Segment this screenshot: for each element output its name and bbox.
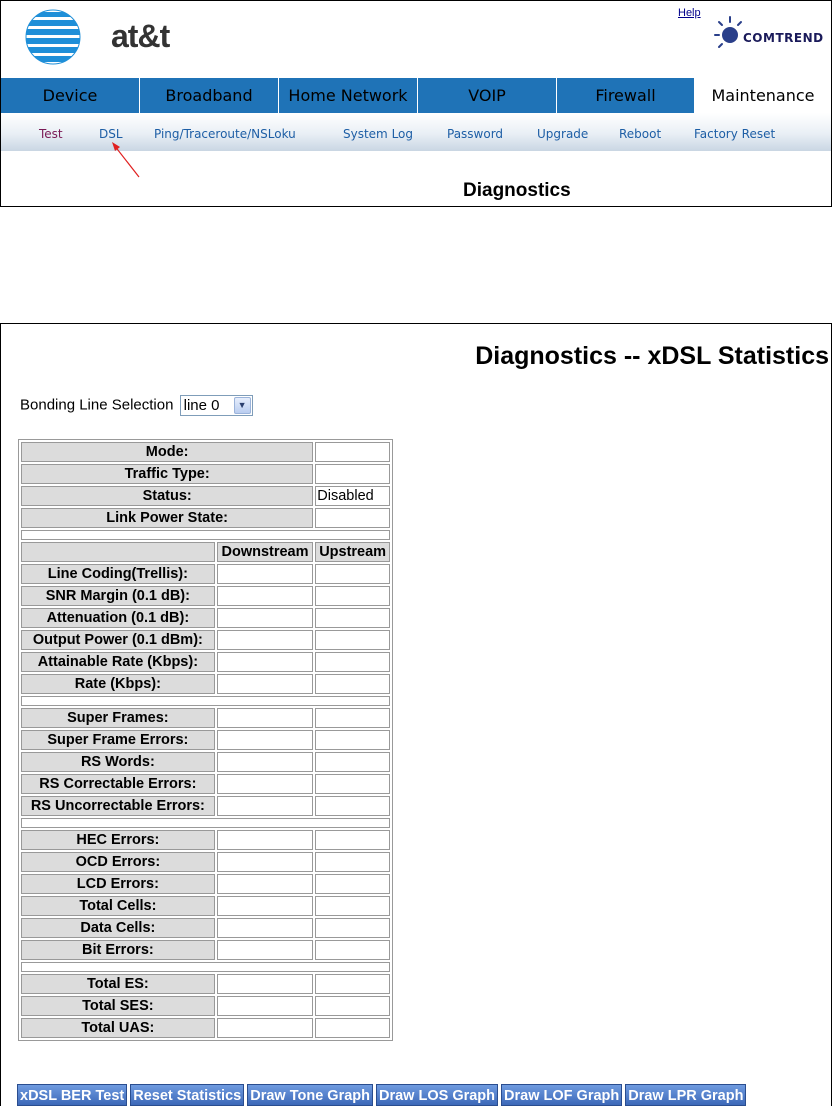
link-power-state-value: [315, 508, 390, 528]
traffic-type-value: [315, 464, 390, 484]
subnav-system-log[interactable]: System Log: [343, 127, 413, 141]
bonding-line-select[interactable]: line 0 ▼: [179, 395, 253, 416]
table-row: Rate (Kbps):: [21, 674, 390, 694]
subnav-test[interactable]: Test: [39, 127, 63, 141]
draw-los-graph-button[interactable]: Draw LOS Graph: [376, 1084, 499, 1106]
data-cells-label: Data Cells:: [21, 918, 215, 938]
table-row: RS Words:: [21, 752, 390, 772]
tab-home-network[interactable]: Home Network: [279, 78, 418, 113]
bit-errors-label: Bit Errors:: [21, 940, 215, 960]
table-row: Mode:: [21, 442, 390, 462]
action-buttons: xDSL BER Test Reset Statistics Draw Tone…: [17, 1084, 749, 1106]
draw-lof-graph-button[interactable]: Draw LOF Graph: [501, 1084, 623, 1106]
rs-uncorrectable-label: RS Uncorrectable Errors:: [21, 796, 215, 816]
tab-firewall[interactable]: Firewall: [557, 78, 695, 113]
router-header-panel: at&t Help COMTREND Device Broadband Home…: [0, 0, 832, 207]
total-cells-label: Total Cells:: [21, 896, 215, 916]
subnav-factory-reset[interactable]: Factory Reset: [694, 127, 775, 141]
upstream-header: Upstream: [315, 542, 390, 562]
tab-broadband[interactable]: Broadband: [140, 78, 279, 113]
rs-correctable-label: RS Correctable Errors:: [21, 774, 215, 794]
table-row: HEC Errors:: [21, 830, 390, 850]
rs-words-label: RS Words:: [21, 752, 215, 772]
xdsl-stats-table: Mode: Traffic Type: Status: Disabled Lin…: [18, 439, 393, 1041]
subnav-upgrade[interactable]: Upgrade: [537, 127, 588, 141]
rate-label: Rate (Kbps):: [21, 674, 215, 694]
table-row: Output Power (0.1 dBm):: [21, 630, 390, 650]
status-value: Disabled: [315, 486, 390, 506]
spacer-row: [21, 530, 390, 540]
table-row: RS Uncorrectable Errors:: [21, 796, 390, 816]
table-row: Total ES:: [21, 974, 390, 994]
mode-label: Mode:: [21, 442, 314, 462]
table-row: Line Coding(Trellis):: [21, 564, 390, 584]
column-header-row: Downstream Upstream: [21, 542, 390, 562]
hec-errors-label: HEC Errors:: [21, 830, 215, 850]
table-row: OCD Errors:: [21, 852, 390, 872]
section-title: Diagnostics: [463, 180, 571, 201]
table-row: Data Cells:: [21, 918, 390, 938]
xdsl-ber-test-button[interactable]: xDSL BER Test: [17, 1084, 128, 1106]
sunburst-icon: [714, 16, 742, 48]
table-row: Super Frames:: [21, 708, 390, 728]
bonding-line-label: Bonding Line Selection: [20, 396, 174, 414]
table-row: Traffic Type:: [21, 464, 390, 484]
subnav-dsl[interactable]: DSL: [99, 127, 123, 141]
table-row: Attainable Rate (Kbps):: [21, 652, 390, 672]
subnav-reboot[interactable]: Reboot: [619, 127, 661, 141]
table-row: RS Correctable Errors:: [21, 774, 390, 794]
table-row: Attenuation (0.1 dB):: [21, 608, 390, 628]
page-title: Diagnostics -- xDSL Statistics: [475, 342, 829, 370]
table-row: Link Power State:: [21, 508, 390, 528]
att-logo: at&t: [23, 8, 170, 66]
table-row: SNR Margin (0.1 dB):: [21, 586, 390, 606]
status-label: Status:: [21, 486, 314, 506]
table-row: LCD Errors:: [21, 874, 390, 894]
spacer-row: [21, 962, 390, 972]
link-power-state-label: Link Power State:: [21, 508, 314, 528]
bonding-line-row: Bonding Line Selection line 0 ▼: [20, 395, 253, 416]
mode-value: [315, 442, 390, 462]
ocd-errors-label: OCD Errors:: [21, 852, 215, 872]
super-frame-errors-label: Super Frame Errors:: [21, 730, 215, 750]
line-coding-label: Line Coding(Trellis):: [21, 564, 215, 584]
main-nav: Device Broadband Home Network VOIP Firew…: [1, 78, 831, 113]
draw-tone-graph-button[interactable]: Draw Tone Graph: [247, 1084, 373, 1106]
comtrend-logo: COMTREND: [713, 13, 831, 55]
reset-statistics-button[interactable]: Reset Statistics: [130, 1084, 245, 1106]
snr-margin-label: SNR Margin (0.1 dB):: [21, 586, 215, 606]
spacer-row: [21, 818, 390, 828]
globe-icon: [25, 9, 81, 65]
table-row: Total Cells:: [21, 896, 390, 916]
lcd-errors-label: LCD Errors:: [21, 874, 215, 894]
draw-lpr-graph-button[interactable]: Draw LPR Graph: [625, 1084, 747, 1106]
output-power-label: Output Power (0.1 dBm):: [21, 630, 215, 650]
super-frames-label: Super Frames:: [21, 708, 215, 728]
tab-device[interactable]: Device: [1, 78, 140, 113]
subnav-ping-traceroute[interactable]: Ping/Traceroute/NSLoku: [154, 127, 296, 141]
attenuation-label: Attenuation (0.1 dB):: [21, 608, 215, 628]
red-arrow-annotation: [112, 142, 140, 178]
table-row: Total SES:: [21, 996, 390, 1016]
table-row: Bit Errors:: [21, 940, 390, 960]
help-link[interactable]: Help: [678, 7, 701, 19]
total-uas-label: Total UAS:: [21, 1018, 215, 1038]
total-es-label: Total ES:: [21, 974, 215, 994]
xdsl-statistics-panel: Diagnostics -- xDSL Statistics Bonding L…: [0, 323, 832, 1106]
spacer-row: [21, 696, 390, 706]
brand-name: at&t: [111, 18, 170, 54]
subnav-password[interactable]: Password: [447, 127, 503, 141]
table-row: Status: Disabled: [21, 486, 390, 506]
vendor-name: COMTREND: [743, 31, 824, 45]
table-row: Total UAS:: [21, 1018, 390, 1038]
bonding-line-value: line 0: [183, 397, 220, 414]
traffic-type-label: Traffic Type:: [21, 464, 314, 484]
downstream-header: Downstream: [216, 542, 314, 562]
chevron-down-icon[interactable]: ▼: [233, 397, 251, 414]
tab-voip[interactable]: VOIP: [418, 78, 557, 113]
total-ses-label: Total SES:: [21, 996, 215, 1016]
table-row: Super Frame Errors:: [21, 730, 390, 750]
tab-maintenance[interactable]: Maintenance: [695, 78, 831, 113]
attainable-rate-label: Attainable Rate (Kbps):: [21, 652, 215, 672]
